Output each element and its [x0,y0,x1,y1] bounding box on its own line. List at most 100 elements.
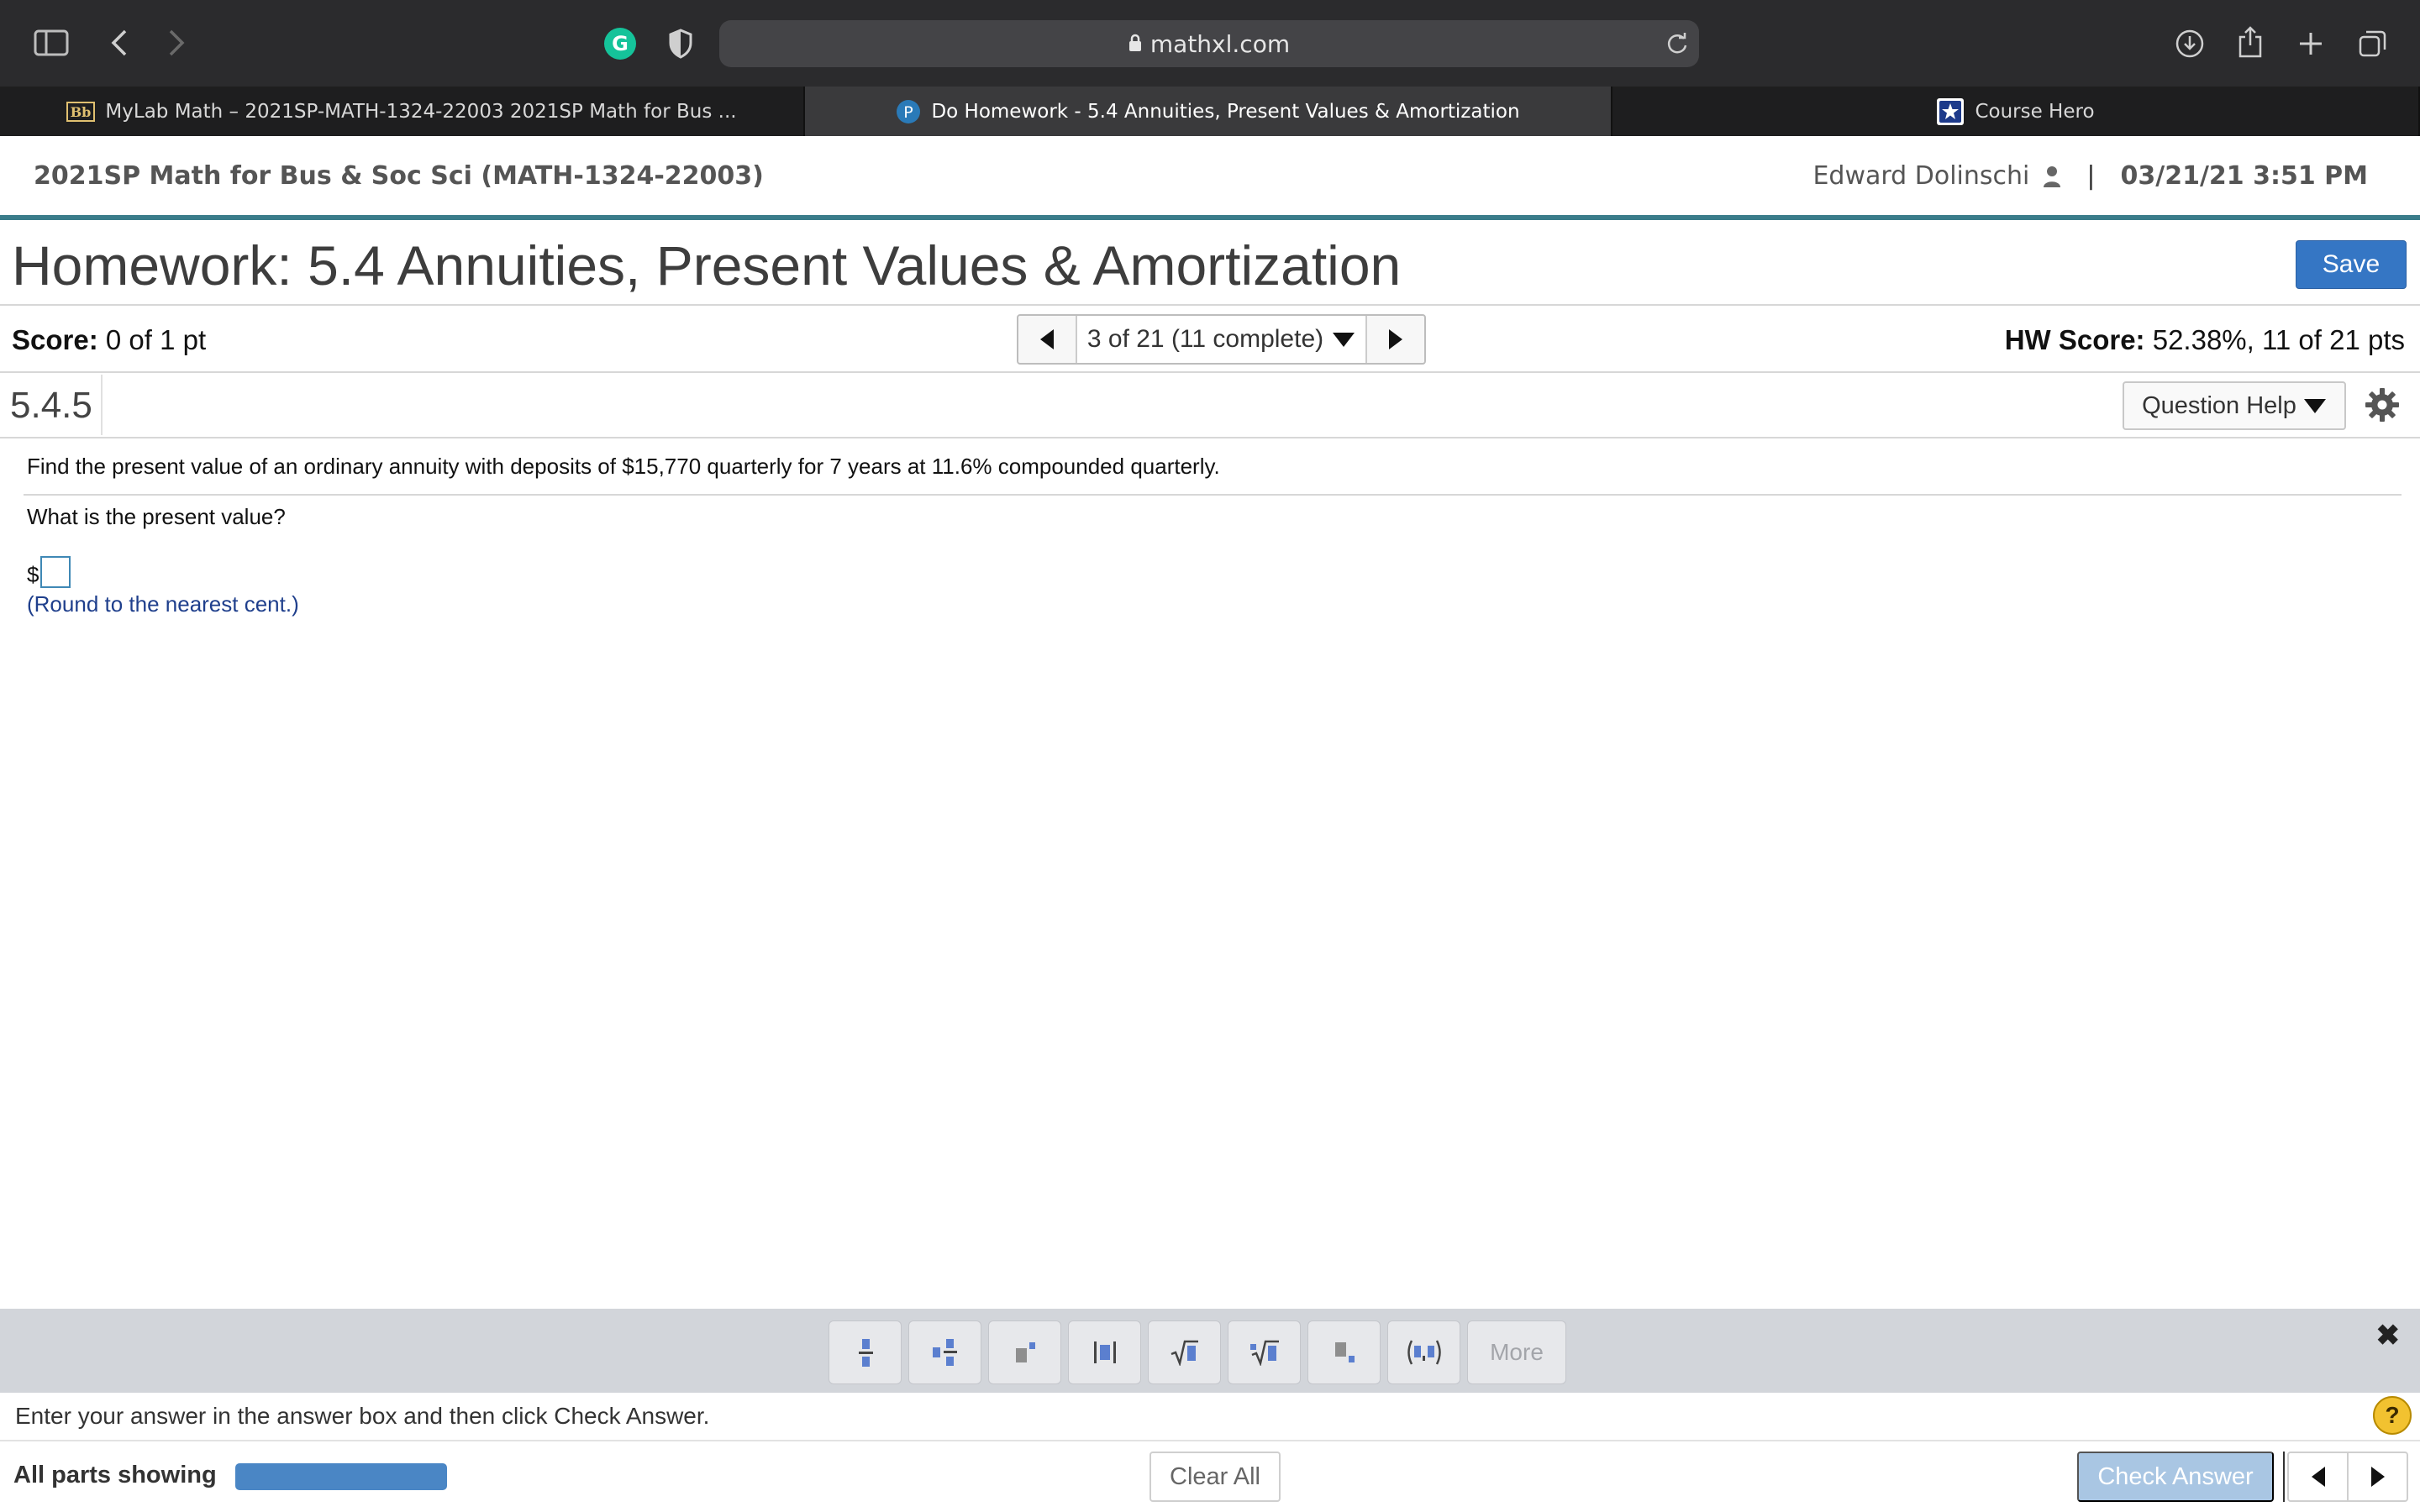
lock-icon [1128,30,1142,58]
square-root-button[interactable] [1148,1320,1221,1384]
divider [0,304,2420,306]
tab-label: Do Homework - 5.4 Annuities, Present Val… [931,100,1520,123]
check-answer-button[interactable]: Check Answer [2077,1452,2274,1502]
nth-root-icon [1249,1340,1279,1366]
grammarly-icon[interactable]: G [602,25,639,62]
instruction-text: Enter your answer in the answer box and … [15,1403,710,1429]
nth-root-button[interactable] [1228,1320,1301,1384]
triangle-left-icon [2311,1467,2325,1487]
hw-score-value: 52.38%, 11 of 21 pts [2152,324,2405,355]
hw-score-label: HW Score: [2004,324,2145,355]
absolute-value-icon [1093,1341,1116,1363]
divider [2283,1452,2285,1502]
tab-course-hero[interactable]: Course Hero [1612,87,2420,136]
triangle-right-icon [1389,329,1402,349]
exponent-button[interactable] [988,1320,1061,1384]
answer-row: $ [27,556,71,588]
share-icon[interactable] [2233,22,2267,62]
blackboard-icon-text: Bb [71,104,92,120]
answer-input[interactable] [40,556,71,588]
score-value: 0 of 1 pt [105,324,207,355]
divider [101,375,103,435]
url-text: mathxl.com [1150,29,1291,58]
page-title: Homework: 5.4 Annuities, Present Values … [12,234,1402,297]
triangle-down-icon [2303,399,2326,413]
fraction-icon [858,1339,873,1367]
more-button[interactable]: More [1467,1320,1566,1384]
browser-toolbar: G mathxl.com [0,0,2420,87]
status-bar: All parts showing Clear All Check Answer [0,1441,2420,1512]
score-label: Score: [12,324,98,355]
parts-label: All parts showing [13,1462,217,1488]
header-separator: | [2086,161,2096,191]
triangle-right-icon [2370,1467,2385,1487]
question-help-button[interactable]: Question Help [2123,381,2346,430]
currency-symbol: $ [27,562,39,587]
pearson-icon-text: P [904,103,913,122]
subscript-icon [1334,1342,1355,1362]
subscript-button[interactable] [1307,1320,1381,1384]
help-icon[interactable]: ? [2373,1396,2412,1435]
downloads-icon[interactable] [2171,25,2208,62]
course-title: 2021SP Math for Bus & Soc Sci (MATH-1324… [34,161,764,191]
tab-do-homework[interactable]: P Do Homework - 5.4 Annuities, Present V… [805,87,1612,136]
course-hero-icon [1936,97,1965,126]
rounding-hint: (Round to the nearest cent.) [27,591,299,617]
question-help-label: Question Help [2142,391,2296,419]
browser-tab-bar: Bb MyLab Math – 2021SP-MATH-1324-22003 2… [0,87,2420,136]
reload-icon[interactable] [1662,27,1692,60]
question-select-label: 3 of 21 (11 complete) [1086,325,1324,353]
tab-overview-icon[interactable] [2354,25,2391,62]
exponent-icon [1015,1342,1035,1362]
mixed-number-button[interactable] [908,1320,981,1384]
previous-question-button[interactable] [2289,1453,2349,1500]
back-icon[interactable] [103,25,136,60]
question-navigator: 3 of 21 (11 complete) [1017,314,1426,365]
forward-icon[interactable] [160,25,193,60]
question-score: Score: 0 of 1 pt [12,324,206,356]
triangle-down-icon [1333,333,1355,347]
divider [0,371,2420,373]
pearson-icon: P [896,99,921,124]
course-header: 2021SP Math for Bus & Soc Sci (MATH-1324… [0,136,2420,220]
tab-mylab-math[interactable]: Bb MyLab Math – 2021SP-MATH-1324-22003 2… [0,87,805,136]
bottom-question-nav [2287,1452,2408,1502]
question-select-dropdown[interactable]: 3 of 21 (11 complete) [1076,316,1367,363]
divider [0,437,2420,438]
blackboard-icon: Bb [66,101,96,122]
previous-question-button[interactable] [1018,316,1076,363]
mixed-number-icon [932,1339,957,1366]
triangle-left-icon [1040,329,1054,349]
ordered-pair-icon [1407,1340,1441,1365]
divider [24,494,2402,496]
user-icon[interactable] [2043,165,2061,187]
new-tab-icon[interactable] [2294,25,2328,62]
ordered-pair-button[interactable] [1387,1320,1460,1384]
palette-buttons: More [829,1320,1566,1384]
settings-gear-icon[interactable] [2361,381,2403,428]
absolute-value-button[interactable] [1068,1320,1141,1384]
instruction-bar: Enter your answer in the answer box and … [0,1393,2420,1441]
user-area: Edward Dolinschi | 03/21/21 3:51 PM [1812,161,2368,191]
svg-text:G: G [612,32,629,55]
user-name[interactable]: Edward Dolinschi [1812,161,2029,191]
question-number: 5.4.5 [10,385,92,426]
fraction-button[interactable] [829,1320,902,1384]
next-question-button[interactable] [1367,316,1424,363]
math-palette: More ✖ [0,1309,2420,1393]
question-prompt: What is the present value? [27,504,286,529]
header-datetime: 03/21/21 3:51 PM [2120,161,2368,191]
close-icon[interactable]: ✖ [2376,1319,2401,1352]
sidebar-toggle-icon[interactable] [32,25,71,60]
clear-all-button[interactable]: Clear All [1150,1452,1281,1502]
tab-label: MyLab Math – 2021SP-MATH-1324-22003 2021… [105,100,737,123]
tab-label: Course Hero [1975,100,2095,123]
parts-progress-bar [235,1463,447,1490]
privacy-shield-icon[interactable] [664,25,697,62]
next-question-button[interactable] [2349,1453,2407,1500]
save-button[interactable]: Save [2296,240,2407,289]
square-root-icon [1171,1340,1198,1366]
address-bar[interactable]: mathxl.com [719,20,1699,67]
homework-score: HW Score: 52.38%, 11 of 21 pts [2005,324,2405,356]
question-text: Find the present value of an ordinary an… [27,454,1220,479]
